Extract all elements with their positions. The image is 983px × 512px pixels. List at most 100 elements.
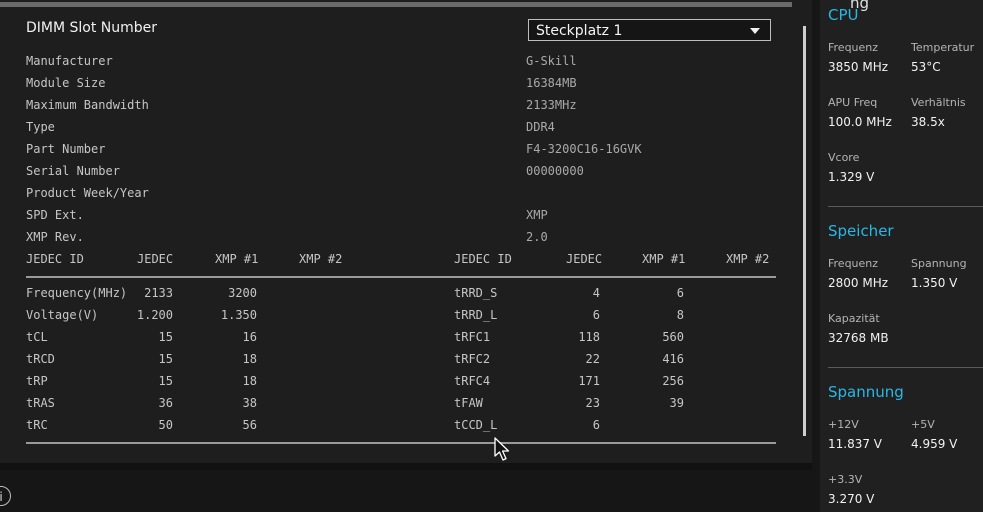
timing-jedec: 1.200 — [136, 308, 173, 322]
top-scroll-bar[interactable] — [0, 2, 792, 7]
timing-xmp1: 16 — [242, 330, 257, 344]
timing-jedec: 15 — [158, 330, 173, 344]
cpu-freq-value: 3850 MHz — [828, 60, 889, 74]
vcore-value: 1.329 V — [828, 170, 875, 184]
info-value: XMP — [526, 208, 548, 222]
timing-name: Frequency(MHz) — [26, 286, 128, 300]
mem-freq-label: Frequenz — [828, 257, 879, 270]
dimm-slot-dropdown[interactable]: Steckplatz 1 — [528, 19, 771, 41]
v12-label: +12V — [828, 418, 859, 431]
info-label: Type — [26, 120, 55, 134]
timing-xmp1: 560 — [662, 330, 684, 344]
info-label: Maximum Bandwidth — [26, 98, 149, 112]
timing-xmp1: 6 — [676, 286, 684, 300]
mem-capacity-value: 32768 MB — [828, 331, 889, 345]
v33-label: +3.3V — [828, 473, 863, 486]
v12-value: 11.837 V — [828, 437, 883, 451]
timing-name: tRFC2 — [454, 352, 491, 366]
mem-volt-value: 1.350 V — [911, 276, 958, 290]
timing-xmp1: 416 — [662, 352, 684, 366]
timing-jedec: 4 — [592, 286, 600, 300]
v5-label: +5V — [911, 418, 935, 431]
info-label: SPD Ext. — [26, 208, 84, 222]
info-value: 2133MHz — [526, 98, 577, 112]
info-label: Serial Number — [26, 164, 120, 178]
timing-name: tRC — [26, 418, 48, 432]
info-label: Manufacturer — [26, 54, 113, 68]
timing-jedec: 15 — [158, 352, 173, 366]
voltage-section-title: Spannung — [828, 383, 904, 401]
timing-name: tRAS — [26, 396, 55, 410]
timing-jedec: 2133 — [144, 286, 173, 300]
timing-jedec: 6 — [592, 418, 600, 432]
cpu-temp-label: Temperatur — [911, 41, 975, 54]
cpu-ratio-value: 38.5x — [911, 115, 945, 129]
mouse-pointer-icon — [494, 437, 510, 461]
info-icon[interactable]: i — [0, 486, 11, 506]
mem-volt-label: Spannung — [911, 257, 967, 270]
timing-name: tCL — [26, 330, 48, 344]
info-value: 2.0 — [526, 230, 548, 244]
timing-jedec: 6 — [592, 308, 600, 322]
timing-name: tFAW — [454, 396, 483, 410]
timing-name: tRRD_S — [454, 286, 498, 300]
mem-capacity-label: Kapazität — [828, 312, 880, 325]
table-divider — [26, 276, 776, 278]
dimm-slot-selected: Steckplatz 1 — [536, 23, 623, 39]
timing-jedec: 36 — [158, 396, 173, 410]
hardware-monitor-sidebar: ng CPU Frequenz 3850 MHz Temperatur 53°C… — [820, 0, 983, 512]
v33-value: 3.270 V — [828, 492, 875, 506]
timing-name: tRP — [26, 374, 48, 388]
info-value: 16384MB — [526, 76, 577, 90]
timing-jedec: 23 — [585, 396, 600, 410]
info-label: Module Size — [26, 76, 106, 90]
dimm-slot-label: DIMM Slot Number — [26, 20, 158, 36]
timing-column-header: XMP #2 — [726, 252, 770, 266]
info-value: F4-3200C16-16GVK — [526, 142, 642, 156]
vertical-scrollbar[interactable] — [803, 26, 806, 436]
v5-value: 4.959 V — [911, 437, 958, 451]
timing-xmp1: 256 — [662, 374, 684, 388]
timing-jedec: 171 — [578, 374, 600, 388]
timing-name: tCCD_L — [454, 418, 498, 432]
timing-column-header: JEDEC — [137, 252, 174, 266]
info-value: G-Skill — [526, 54, 577, 68]
timing-jedec: 50 — [158, 418, 173, 432]
cpu-ratio-label: Verhältnis — [911, 96, 966, 109]
timing-name: tRFC4 — [454, 374, 491, 388]
timing-column-header: XMP #1 — [215, 252, 259, 266]
timing-column-header: JEDEC ID — [454, 252, 512, 266]
info-label: Part Number — [26, 142, 106, 156]
cpu-freq-label: Frequenz — [828, 41, 879, 54]
spd-panel: DIMM Slot Number Steckplatz 1 Manufactur… — [0, 0, 812, 463]
info-label: Product Week/Year — [26, 186, 149, 200]
info-value: 00000000 — [526, 164, 584, 178]
sidebar-divider — [828, 206, 983, 207]
timing-xmp1: 56 — [242, 418, 257, 432]
caret-down-icon — [750, 28, 760, 34]
apu-freq-value: 100.0 MHz — [828, 115, 892, 129]
info-value: DDR4 — [526, 120, 555, 134]
cpu-temp-value: 53°C — [911, 60, 941, 74]
info-label: XMP Rev. — [26, 230, 84, 244]
table-divider — [26, 442, 776, 444]
timing-xmp1: 39 — [669, 396, 684, 410]
timing-column-header: JEDEC — [566, 252, 603, 266]
sidebar-divider — [828, 367, 983, 368]
apu-freq-label: APU Freq — [828, 96, 878, 109]
timing-name: tRRD_L — [454, 308, 498, 322]
timing-name: tRCD — [26, 352, 55, 366]
mem-freq-value: 2800 MHz — [828, 276, 889, 290]
timing-name: tRFC1 — [454, 330, 491, 344]
timing-xmp1: 18 — [242, 352, 257, 366]
vcore-label: Vcore — [828, 151, 860, 164]
memory-section-title: Speicher — [828, 222, 894, 240]
timing-name: Voltage(V) — [26, 308, 99, 322]
timing-jedec: 15 — [158, 374, 173, 388]
timing-xmp1: 18 — [242, 374, 257, 388]
timing-xmp1: 3200 — [228, 286, 257, 300]
footer-bar — [0, 463, 812, 470]
timing-column-header: XMP #1 — [642, 252, 686, 266]
timing-xmp1: 38 — [242, 396, 257, 410]
timing-column-header: JEDEC ID — [26, 252, 84, 266]
